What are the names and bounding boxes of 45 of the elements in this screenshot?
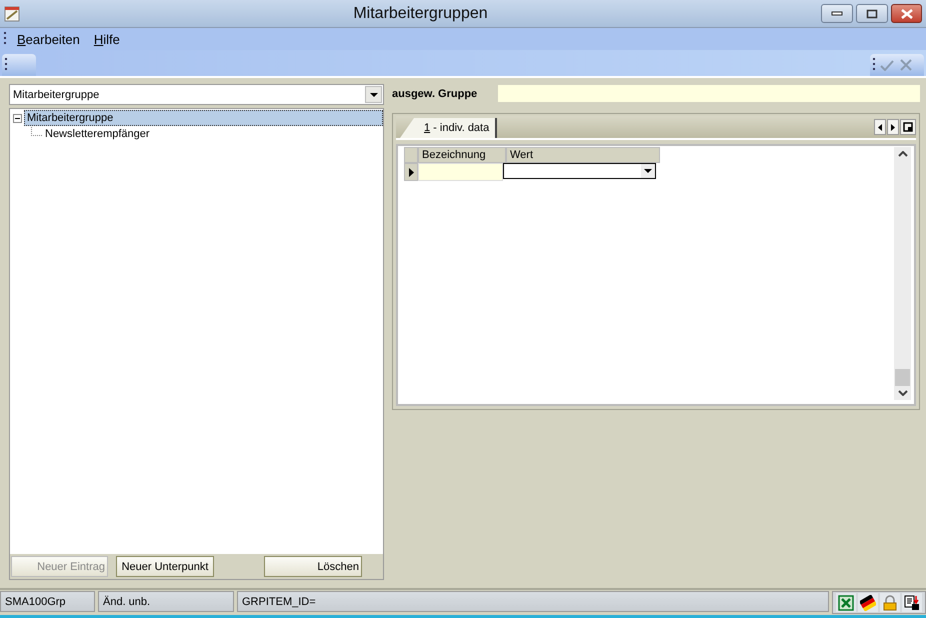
calendar-icon [4,6,20,22]
caret-icon [370,92,378,96]
lock-icon[interactable] [880,593,900,612]
minimize-icon [831,10,843,16]
field-label: ausgew. Gruppe [392,88,478,100]
status-field: Änd. unb. [98,591,234,612]
close-icon [900,59,912,71]
window-title: Mitarbeitergruppen [352,4,489,22]
column-header[interactable]: Bezeichnung [418,147,506,163]
grip-icon [5,58,8,72]
status-field: GRPITEM_ID= [237,591,829,612]
status-field: SMA100Grp [0,591,95,612]
scroll-right-button[interactable] [887,119,899,135]
flag-icon[interactable] [858,593,878,612]
right-arrow-icon [891,124,895,130]
window-icon [903,122,913,132]
scrollbar[interactable] [894,147,911,400]
caret-icon [644,169,652,173]
tree-item[interactable]: Newsletterempfänger [43,127,152,141]
input-field[interactable] [498,85,920,102]
grip-icon [4,32,7,46]
scroll-left-button[interactable] [874,119,886,135]
grip-icon [873,58,876,72]
spreadsheet-icon[interactable] [836,593,856,612]
group-dropdown[interactable]: Mitarbeitergruppe [9,84,384,105]
minimize-button[interactable] [821,4,853,23]
collapse-icon[interactable] [13,114,22,122]
button[interactable]: Löschen [264,556,362,577]
close-button[interactable] [891,4,922,23]
maximize-icon [866,8,878,18]
window-list-button[interactable] [900,119,916,135]
menu-item[interactable]: Hilfe [90,32,124,46]
check-icon [880,59,894,71]
maximize-button[interactable] [856,4,888,23]
close-icon [900,8,914,18]
scroll-thumb[interactable] [895,369,910,386]
button[interactable]: Neuer Unterpunkt [116,556,214,577]
tab[interactable]: 1 - indiv. data [400,118,498,138]
column-header[interactable]: Wert [506,147,660,163]
dropdown-field[interactable] [503,163,656,179]
tree-item[interactable]: Mitarbeitergruppe [24,110,383,126]
left-arrow-icon [878,124,882,130]
menu-item[interactable]: Bearbeiten [13,32,84,46]
input-field[interactable] [418,163,503,181]
save-icon[interactable] [902,593,922,612]
